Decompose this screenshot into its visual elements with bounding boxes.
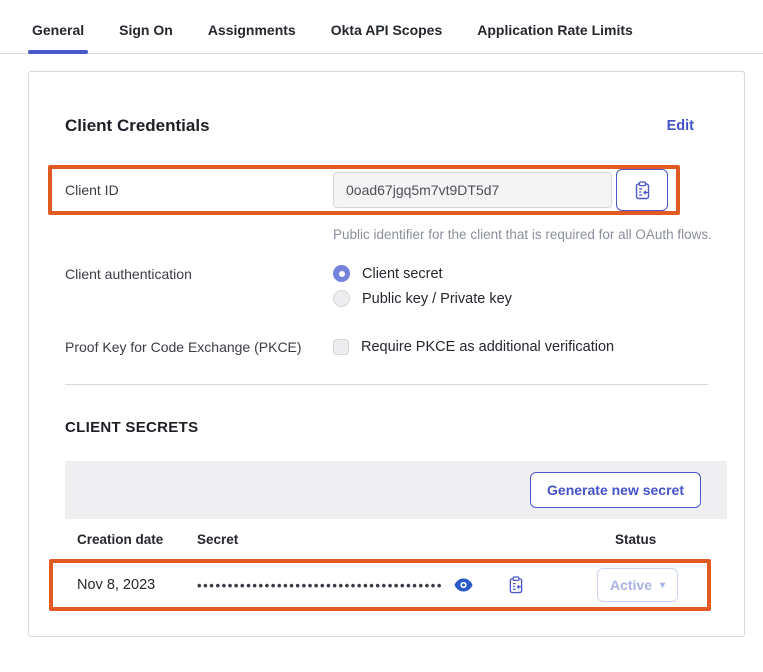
header-creation-date: Creation date (77, 532, 197, 547)
tab-application-rate-limits[interactable]: Application Rate Limits (475, 14, 635, 53)
pkce-checkbox-label: Require PKCE as additional verification (361, 339, 614, 355)
secrets-table-toolbar: Generate new secret (65, 461, 727, 519)
client-authentication-row: Client authentication Client secret Publ… (65, 265, 708, 307)
pkce-option: Require PKCE as additional verification (333, 338, 614, 355)
client-secrets-title: CLIENT SECRETS (65, 419, 708, 436)
status-cell: Active ▾ (597, 568, 693, 602)
section-divider (65, 384, 708, 385)
client-id-input[interactable] (333, 172, 612, 208)
tab-sign-on[interactable]: Sign On (117, 14, 175, 53)
status-label: Active (610, 577, 652, 593)
panel-header: Client Credentials Edit (65, 116, 708, 136)
client-authentication-options: Client secret Public key / Private key (333, 265, 512, 307)
generate-new-secret-button[interactable]: Generate new secret (530, 472, 701, 508)
client-credentials-panel: Client Credentials Edit Client ID Public… (28, 71, 745, 637)
option-client-secret: Client secret (333, 265, 512, 282)
panel-title: Client Credentials (65, 116, 210, 136)
tab-assignments[interactable]: Assignments (206, 14, 298, 53)
pkce-checkbox[interactable] (333, 339, 349, 355)
client-id-label: Client ID (65, 182, 333, 198)
clipboard-icon (508, 576, 524, 594)
pkce-row: Proof Key for Code Exchange (PKCE) Requi… (65, 338, 708, 355)
client-secrets-table: Generate new secret Creation date Secret… (65, 461, 727, 611)
copy-client-id-button[interactable] (616, 169, 668, 211)
eye-icon (454, 578, 473, 592)
radio-client-secret[interactable] (333, 265, 350, 282)
client-authentication-label: Client authentication (65, 265, 333, 307)
radio-client-secret-label: Client secret (362, 266, 443, 282)
clipboard-icon (634, 181, 651, 200)
tab-bar: General Sign On Assignments Okta API Sco… (0, 0, 763, 54)
client-id-row-highlight: Client ID (48, 165, 680, 215)
secret-masked-value: •••••••••••••••••••••••••••••••••••••••• (197, 578, 443, 593)
radio-public-private-key[interactable] (333, 290, 350, 307)
radio-public-key-label: Public key / Private key (362, 291, 512, 307)
secret-creation-date: Nov 8, 2023 (77, 577, 197, 593)
tab-okta-api-scopes[interactable]: Okta API Scopes (329, 14, 445, 53)
secret-status-dropdown[interactable]: Active ▾ (597, 568, 678, 602)
secret-cell: •••••••••••••••••••••••••••••••••••••••• (197, 574, 597, 596)
header-secret: Secret (197, 532, 615, 547)
secret-row-highlight: Nov 8, 2023 ••••••••••••••••••••••••••••… (49, 559, 711, 611)
edit-link[interactable]: Edit (667, 118, 694, 134)
option-public-key: Public key / Private key (333, 290, 512, 307)
reveal-secret-button[interactable] (452, 576, 475, 594)
copy-secret-button[interactable] (506, 574, 526, 596)
header-status: Status (615, 532, 727, 547)
secrets-table-header: Creation date Secret Status (65, 519, 727, 559)
client-id-help: Public identifier for the client that is… (333, 222, 723, 248)
caret-down-icon: ▾ (660, 580, 665, 591)
pkce-label: Proof Key for Code Exchange (PKCE) (65, 338, 333, 355)
tab-general[interactable]: General (30, 14, 86, 53)
